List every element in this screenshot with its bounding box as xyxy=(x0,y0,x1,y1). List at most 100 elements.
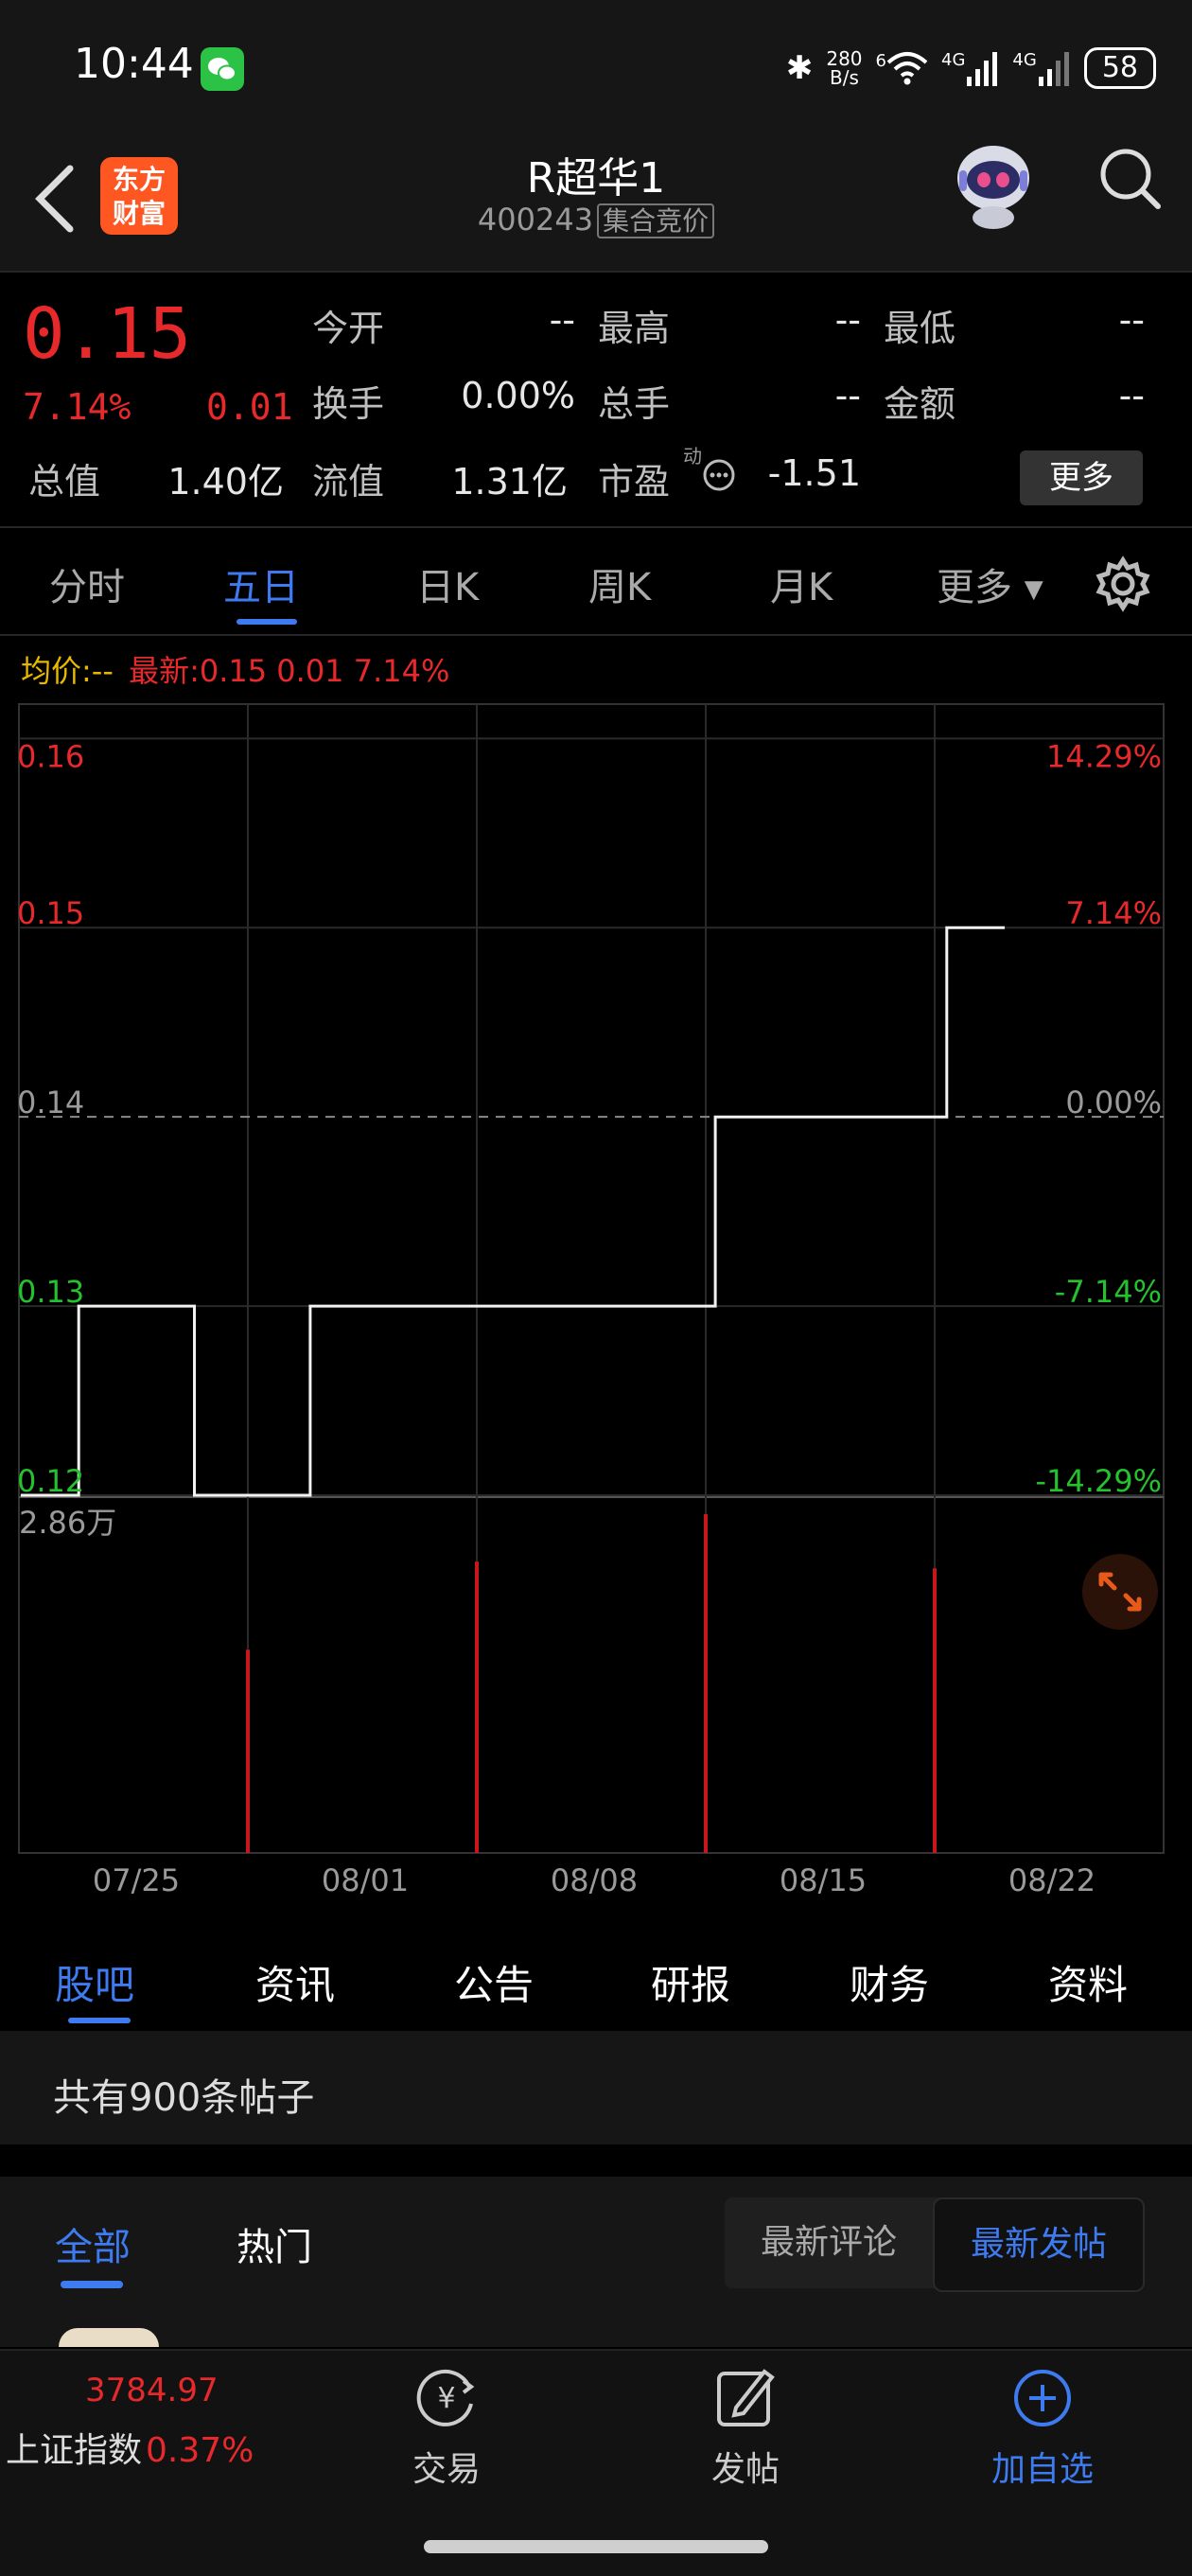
y-pct-tick-label: 14.29% xyxy=(1046,738,1162,774)
change-pct: 7.14% xyxy=(23,386,131,428)
index-name: 上证指数 xyxy=(6,2431,143,2470)
index-ticker[interactable]: 上证指数 0.37% xyxy=(6,2423,254,2472)
tab-intraday[interactable]: 分时 xyxy=(49,556,125,611)
post-filter-bar: 全部 热门 最新评论 最新发帖 xyxy=(0,2177,1192,2347)
signal-1-label: 4G xyxy=(941,50,966,70)
x-axis-labels: 07/25 08/01 08/08 08/15 08/22 xyxy=(93,1862,1096,1898)
x-tick-label: 08/15 xyxy=(780,1862,867,1898)
avg-price-value: -- xyxy=(91,653,114,689)
index-change: 0.37% xyxy=(146,2431,254,2470)
compose-icon xyxy=(651,2362,840,2434)
pe-value: -1.51 xyxy=(767,452,861,494)
open-value: -- xyxy=(549,299,575,341)
wifi-icon: 6 xyxy=(876,51,928,85)
tab-news[interactable]: 资讯 xyxy=(255,1953,335,2011)
nav-post[interactable]: 发帖 xyxy=(651,2362,840,2491)
avg-price-label: 均价: xyxy=(21,653,92,689)
tab-research[interactable]: 研报 xyxy=(651,1953,730,2011)
active-tab-indicator xyxy=(237,619,297,625)
battery-icon: 58 xyxy=(1083,47,1156,89)
float-cap-label: 流值 xyxy=(312,461,385,503)
signal-1-icon: 4G xyxy=(941,50,999,86)
open-label: 今开 xyxy=(312,308,385,349)
x-tick-label: 08/01 xyxy=(322,1862,409,1898)
filter-hot[interactable]: 热门 xyxy=(237,2216,312,2271)
signal-2-icon: 4G xyxy=(1012,50,1070,86)
turnover-label: 换手 xyxy=(312,383,385,425)
post-count-bar: 共有900条帖子 xyxy=(0,2031,1192,2144)
latest-label: 最新: xyxy=(129,653,200,689)
tab-monthly-k[interactable]: 月K xyxy=(770,556,833,611)
filter-all[interactable]: 全部 xyxy=(55,2216,131,2271)
chevron-down-icon: ▼ xyxy=(1024,575,1043,604)
price-line xyxy=(21,926,1005,1497)
tab-guba[interactable]: 股吧 xyxy=(55,1953,134,2011)
bluetooth-icon: ✱ xyxy=(785,49,814,87)
quote-panel: 0.15 7.14% 0.01 今开 -- 最高 -- 最低 -- 换手 0.0… xyxy=(0,273,1192,528)
status-bar: 10:44 ✱ 280 B/s 6 4G 4G 58 xyxy=(0,0,1192,132)
sort-latest-comment[interactable]: 最新评论 xyxy=(725,2197,933,2288)
tab-daily-k[interactable]: 日K xyxy=(416,556,479,611)
tab-finance[interactable]: 财务 xyxy=(850,1953,929,2011)
nav-post-label: 发帖 xyxy=(710,2450,780,2489)
y-tick-label: 0.15 xyxy=(17,895,84,931)
y-tick-label: 0.13 xyxy=(17,1274,84,1310)
pe-info-icon[interactable] xyxy=(702,458,736,496)
tab-announcements[interactable]: 公告 xyxy=(454,1953,534,2011)
home-indicator[interactable] xyxy=(424,2540,768,2553)
index-value[interactable]: 3784.97 xyxy=(85,2372,219,2409)
signal-2-label: 4G xyxy=(1012,50,1037,70)
nav-add-watchlist[interactable]: 加自选 xyxy=(948,2362,1137,2491)
tab-more-label: 更多 xyxy=(937,566,1012,609)
avatar[interactable] xyxy=(59,2328,159,2347)
y-axis-labels: 0.16 14.29% 0.15 7.14% 0.14 0.00% 0.13 -7.14% 0.… xyxy=(17,738,1162,1499)
tab-weekly-k[interactable]: 周K xyxy=(588,556,651,611)
content-tab-indicator xyxy=(68,2018,131,2023)
amount-value: -- xyxy=(1118,375,1145,416)
chart-frame xyxy=(18,703,1165,1854)
chart-grid xyxy=(18,703,1165,1854)
tab-more[interactable]: 更多 ▼ xyxy=(937,556,1043,611)
y-pct-tick-label: -7.14% xyxy=(1055,1274,1162,1310)
post-count: 共有900条帖子 xyxy=(53,2076,315,2120)
tab-profile[interactable]: 资料 xyxy=(1048,1953,1128,2011)
stock-code: 400243 xyxy=(477,202,594,238)
robot-assistant-icon[interactable] xyxy=(946,136,1041,231)
y-pct-tick-label: -14.29% xyxy=(1035,1463,1162,1499)
wechat-notification-icon xyxy=(201,47,244,91)
x-tick-label: 08/08 xyxy=(551,1862,638,1898)
status-icons: ✱ 280 B/s 6 4G 4G 58 xyxy=(786,40,1156,97)
stock-header: 东方 财富 R超华1 400243 集合竞价 xyxy=(0,132,1192,273)
pe-label: 市盈 xyxy=(598,461,671,503)
gear-icon[interactable] xyxy=(1094,555,1152,617)
x-tick-label: 07/25 xyxy=(93,1862,180,1898)
more-button[interactable]: 更多 xyxy=(1020,450,1143,505)
chart-legend: 均价:-- 最新:0.15 0.01 7.14% xyxy=(21,647,449,691)
nav-trade[interactable]: ¥ 交易 xyxy=(352,2362,541,2491)
sort-toggle: 最新评论 最新发帖 xyxy=(725,2197,1145,2292)
y-tick-label: 0.14 xyxy=(17,1085,84,1120)
y-pct-tick-label: 0.00% xyxy=(1065,1085,1162,1120)
add-circle-icon xyxy=(948,2362,1137,2434)
five-day-chart[interactable]: 0.16 14.29% 0.15 7.14% 0.14 0.00% 0.13 -7.14% 0.… xyxy=(0,691,1192,1912)
y-tick-label: 0.16 xyxy=(17,738,84,774)
last-price: 0.15 xyxy=(23,293,192,375)
volume-value: -- xyxy=(834,375,861,416)
total-cap-label: 总值 xyxy=(28,461,101,503)
low-value: -- xyxy=(1118,299,1145,341)
wifi-badge: 6 xyxy=(875,51,886,71)
filter-indicator xyxy=(61,2281,123,2288)
y-tick-label: 0.12 xyxy=(17,1463,84,1499)
amount-label: 金额 xyxy=(884,383,956,425)
tab-five-day[interactable]: 五日 xyxy=(223,556,299,611)
search-icon[interactable] xyxy=(1097,146,1164,216)
volume-bars xyxy=(246,1514,937,1853)
pe-dynamic-sup: 动 xyxy=(683,445,702,468)
expand-icon[interactable] xyxy=(1082,1554,1158,1630)
float-cap-value: 1.31亿 xyxy=(451,461,568,503)
high-value: -- xyxy=(834,299,861,341)
total-cap-value: 1.40亿 xyxy=(167,461,284,503)
nav-trade-label: 交易 xyxy=(412,2450,481,2489)
svg-text:¥: ¥ xyxy=(437,2382,455,2415)
sort-latest-post[interactable]: 最新发帖 xyxy=(933,2197,1145,2292)
